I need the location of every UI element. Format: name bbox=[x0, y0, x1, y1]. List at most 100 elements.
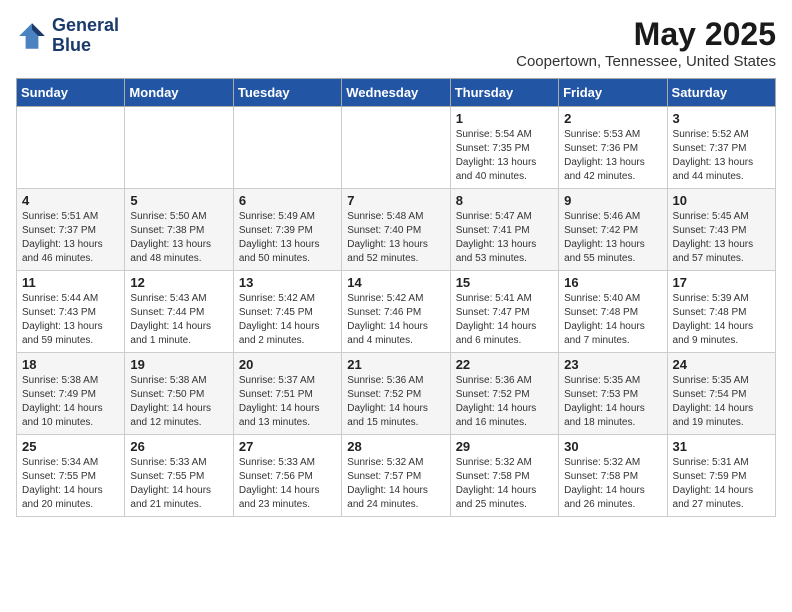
day-info: Sunrise: 5:32 AMSunset: 7:58 PMDaylight:… bbox=[564, 457, 645, 510]
day-info: Sunrise: 5:36 AMSunset: 7:52 PMDaylight:… bbox=[347, 375, 428, 428]
day-info: Sunrise: 5:50 AMSunset: 7:38 PMDaylight:… bbox=[130, 211, 211, 264]
day-number: 9 bbox=[564, 193, 661, 208]
day-info: Sunrise: 5:35 AMSunset: 7:54 PMDaylight:… bbox=[673, 375, 754, 428]
day-info: Sunrise: 5:52 AMSunset: 7:37 PMDaylight:… bbox=[673, 129, 754, 182]
day-cell-6: 6 Sunrise: 5:49 AMSunset: 7:39 PMDayligh… bbox=[233, 189, 341, 271]
empty-cell bbox=[125, 107, 233, 189]
day-cell-26: 26 Sunrise: 5:33 AMSunset: 7:55 PMDaylig… bbox=[125, 435, 233, 517]
day-info: Sunrise: 5:51 AMSunset: 7:37 PMDaylight:… bbox=[22, 211, 103, 264]
day-cell-12: 12 Sunrise: 5:43 AMSunset: 7:44 PMDaylig… bbox=[125, 271, 233, 353]
calendar-header: SundayMondayTuesdayWednesdayThursdayFrid… bbox=[17, 79, 776, 107]
day-number: 18 bbox=[22, 357, 119, 372]
day-number: 30 bbox=[564, 439, 661, 454]
day-number: 13 bbox=[239, 275, 336, 290]
header-day-thursday: Thursday bbox=[450, 79, 558, 107]
day-number: 4 bbox=[22, 193, 119, 208]
day-number: 25 bbox=[22, 439, 119, 454]
day-info: Sunrise: 5:36 AMSunset: 7:52 PMDaylight:… bbox=[456, 375, 537, 428]
month-title: May 2025 bbox=[516, 16, 776, 53]
day-cell-17: 17 Sunrise: 5:39 AMSunset: 7:48 PMDaylig… bbox=[667, 271, 775, 353]
day-number: 12 bbox=[130, 275, 227, 290]
day-number: 20 bbox=[239, 357, 336, 372]
day-number: 22 bbox=[456, 357, 553, 372]
day-number: 26 bbox=[130, 439, 227, 454]
day-number: 11 bbox=[22, 275, 119, 290]
day-number: 6 bbox=[239, 193, 336, 208]
week-row-2: 4 Sunrise: 5:51 AMSunset: 7:37 PMDayligh… bbox=[17, 189, 776, 271]
day-number: 1 bbox=[456, 111, 553, 126]
day-cell-8: 8 Sunrise: 5:47 AMSunset: 7:41 PMDayligh… bbox=[450, 189, 558, 271]
day-cell-24: 24 Sunrise: 5:35 AMSunset: 7:54 PMDaylig… bbox=[667, 353, 775, 435]
day-number: 5 bbox=[130, 193, 227, 208]
day-cell-16: 16 Sunrise: 5:40 AMSunset: 7:48 PMDaylig… bbox=[559, 271, 667, 353]
day-number: 27 bbox=[239, 439, 336, 454]
day-cell-25: 25 Sunrise: 5:34 AMSunset: 7:55 PMDaylig… bbox=[17, 435, 125, 517]
day-number: 31 bbox=[673, 439, 770, 454]
day-number: 14 bbox=[347, 275, 444, 290]
day-cell-23: 23 Sunrise: 5:35 AMSunset: 7:53 PMDaylig… bbox=[559, 353, 667, 435]
day-info: Sunrise: 5:40 AMSunset: 7:48 PMDaylight:… bbox=[564, 293, 645, 346]
week-row-5: 25 Sunrise: 5:34 AMSunset: 7:55 PMDaylig… bbox=[17, 435, 776, 517]
day-info: Sunrise: 5:31 AMSunset: 7:59 PMDaylight:… bbox=[673, 457, 754, 510]
page-header: General Blue May 2025 Coopertown, Tennes… bbox=[16, 16, 776, 70]
day-info: Sunrise: 5:39 AMSunset: 7:48 PMDaylight:… bbox=[673, 293, 754, 346]
day-info: Sunrise: 5:38 AMSunset: 7:50 PMDaylight:… bbox=[130, 375, 211, 428]
day-info: Sunrise: 5:42 AMSunset: 7:46 PMDaylight:… bbox=[347, 293, 428, 346]
day-number: 2 bbox=[564, 111, 661, 126]
day-info: Sunrise: 5:37 AMSunset: 7:51 PMDaylight:… bbox=[239, 375, 320, 428]
day-info: Sunrise: 5:49 AMSunset: 7:39 PMDaylight:… bbox=[239, 211, 320, 264]
day-info: Sunrise: 5:32 AMSunset: 7:57 PMDaylight:… bbox=[347, 457, 428, 510]
day-number: 10 bbox=[673, 193, 770, 208]
day-cell-13: 13 Sunrise: 5:42 AMSunset: 7:45 PMDaylig… bbox=[233, 271, 341, 353]
day-cell-9: 9 Sunrise: 5:46 AMSunset: 7:42 PMDayligh… bbox=[559, 189, 667, 271]
day-info: Sunrise: 5:43 AMSunset: 7:44 PMDaylight:… bbox=[130, 293, 211, 346]
day-cell-30: 30 Sunrise: 5:32 AMSunset: 7:58 PMDaylig… bbox=[559, 435, 667, 517]
day-info: Sunrise: 5:32 AMSunset: 7:58 PMDaylight:… bbox=[456, 457, 537, 510]
week-row-1: 1 Sunrise: 5:54 AMSunset: 7:35 PMDayligh… bbox=[17, 107, 776, 189]
day-number: 23 bbox=[564, 357, 661, 372]
day-cell-10: 10 Sunrise: 5:45 AMSunset: 7:43 PMDaylig… bbox=[667, 189, 775, 271]
day-info: Sunrise: 5:42 AMSunset: 7:45 PMDaylight:… bbox=[239, 293, 320, 346]
day-cell-19: 19 Sunrise: 5:38 AMSunset: 7:50 PMDaylig… bbox=[125, 353, 233, 435]
title-block: May 2025 Coopertown, Tennessee, United S… bbox=[516, 16, 776, 70]
day-number: 15 bbox=[456, 275, 553, 290]
day-cell-31: 31 Sunrise: 5:31 AMSunset: 7:59 PMDaylig… bbox=[667, 435, 775, 517]
day-info: Sunrise: 5:47 AMSunset: 7:41 PMDaylight:… bbox=[456, 211, 537, 264]
day-number: 3 bbox=[673, 111, 770, 126]
day-number: 29 bbox=[456, 439, 553, 454]
header-row: SundayMondayTuesdayWednesdayThursdayFrid… bbox=[17, 79, 776, 107]
day-number: 16 bbox=[564, 275, 661, 290]
header-day-sunday: Sunday bbox=[17, 79, 125, 107]
logo: General Blue bbox=[16, 16, 119, 56]
day-cell-20: 20 Sunrise: 5:37 AMSunset: 7:51 PMDaylig… bbox=[233, 353, 341, 435]
day-info: Sunrise: 5:38 AMSunset: 7:49 PMDaylight:… bbox=[22, 375, 103, 428]
calendar-table: SundayMondayTuesdayWednesdayThursdayFrid… bbox=[16, 78, 776, 517]
empty-cell bbox=[17, 107, 125, 189]
day-cell-1: 1 Sunrise: 5:54 AMSunset: 7:35 PMDayligh… bbox=[450, 107, 558, 189]
empty-cell bbox=[233, 107, 341, 189]
day-number: 24 bbox=[673, 357, 770, 372]
week-row-3: 11 Sunrise: 5:44 AMSunset: 7:43 PMDaylig… bbox=[17, 271, 776, 353]
day-cell-11: 11 Sunrise: 5:44 AMSunset: 7:43 PMDaylig… bbox=[17, 271, 125, 353]
day-cell-2: 2 Sunrise: 5:53 AMSunset: 7:36 PMDayligh… bbox=[559, 107, 667, 189]
day-info: Sunrise: 5:33 AMSunset: 7:55 PMDaylight:… bbox=[130, 457, 211, 510]
header-day-friday: Friday bbox=[559, 79, 667, 107]
logo-text: General Blue bbox=[52, 16, 119, 56]
day-cell-7: 7 Sunrise: 5:48 AMSunset: 7:40 PMDayligh… bbox=[342, 189, 450, 271]
day-info: Sunrise: 5:34 AMSunset: 7:55 PMDaylight:… bbox=[22, 457, 103, 510]
day-cell-4: 4 Sunrise: 5:51 AMSunset: 7:37 PMDayligh… bbox=[17, 189, 125, 271]
day-cell-3: 3 Sunrise: 5:52 AMSunset: 7:37 PMDayligh… bbox=[667, 107, 775, 189]
day-info: Sunrise: 5:53 AMSunset: 7:36 PMDaylight:… bbox=[564, 129, 645, 182]
header-day-tuesday: Tuesday bbox=[233, 79, 341, 107]
day-number: 8 bbox=[456, 193, 553, 208]
day-number: 21 bbox=[347, 357, 444, 372]
day-cell-5: 5 Sunrise: 5:50 AMSunset: 7:38 PMDayligh… bbox=[125, 189, 233, 271]
header-day-monday: Monday bbox=[125, 79, 233, 107]
day-cell-21: 21 Sunrise: 5:36 AMSunset: 7:52 PMDaylig… bbox=[342, 353, 450, 435]
day-number: 19 bbox=[130, 357, 227, 372]
calendar-body: 1 Sunrise: 5:54 AMSunset: 7:35 PMDayligh… bbox=[17, 107, 776, 517]
day-info: Sunrise: 5:41 AMSunset: 7:47 PMDaylight:… bbox=[456, 293, 537, 346]
day-info: Sunrise: 5:54 AMSunset: 7:35 PMDaylight:… bbox=[456, 129, 537, 182]
day-info: Sunrise: 5:35 AMSunset: 7:53 PMDaylight:… bbox=[564, 375, 645, 428]
day-number: 28 bbox=[347, 439, 444, 454]
